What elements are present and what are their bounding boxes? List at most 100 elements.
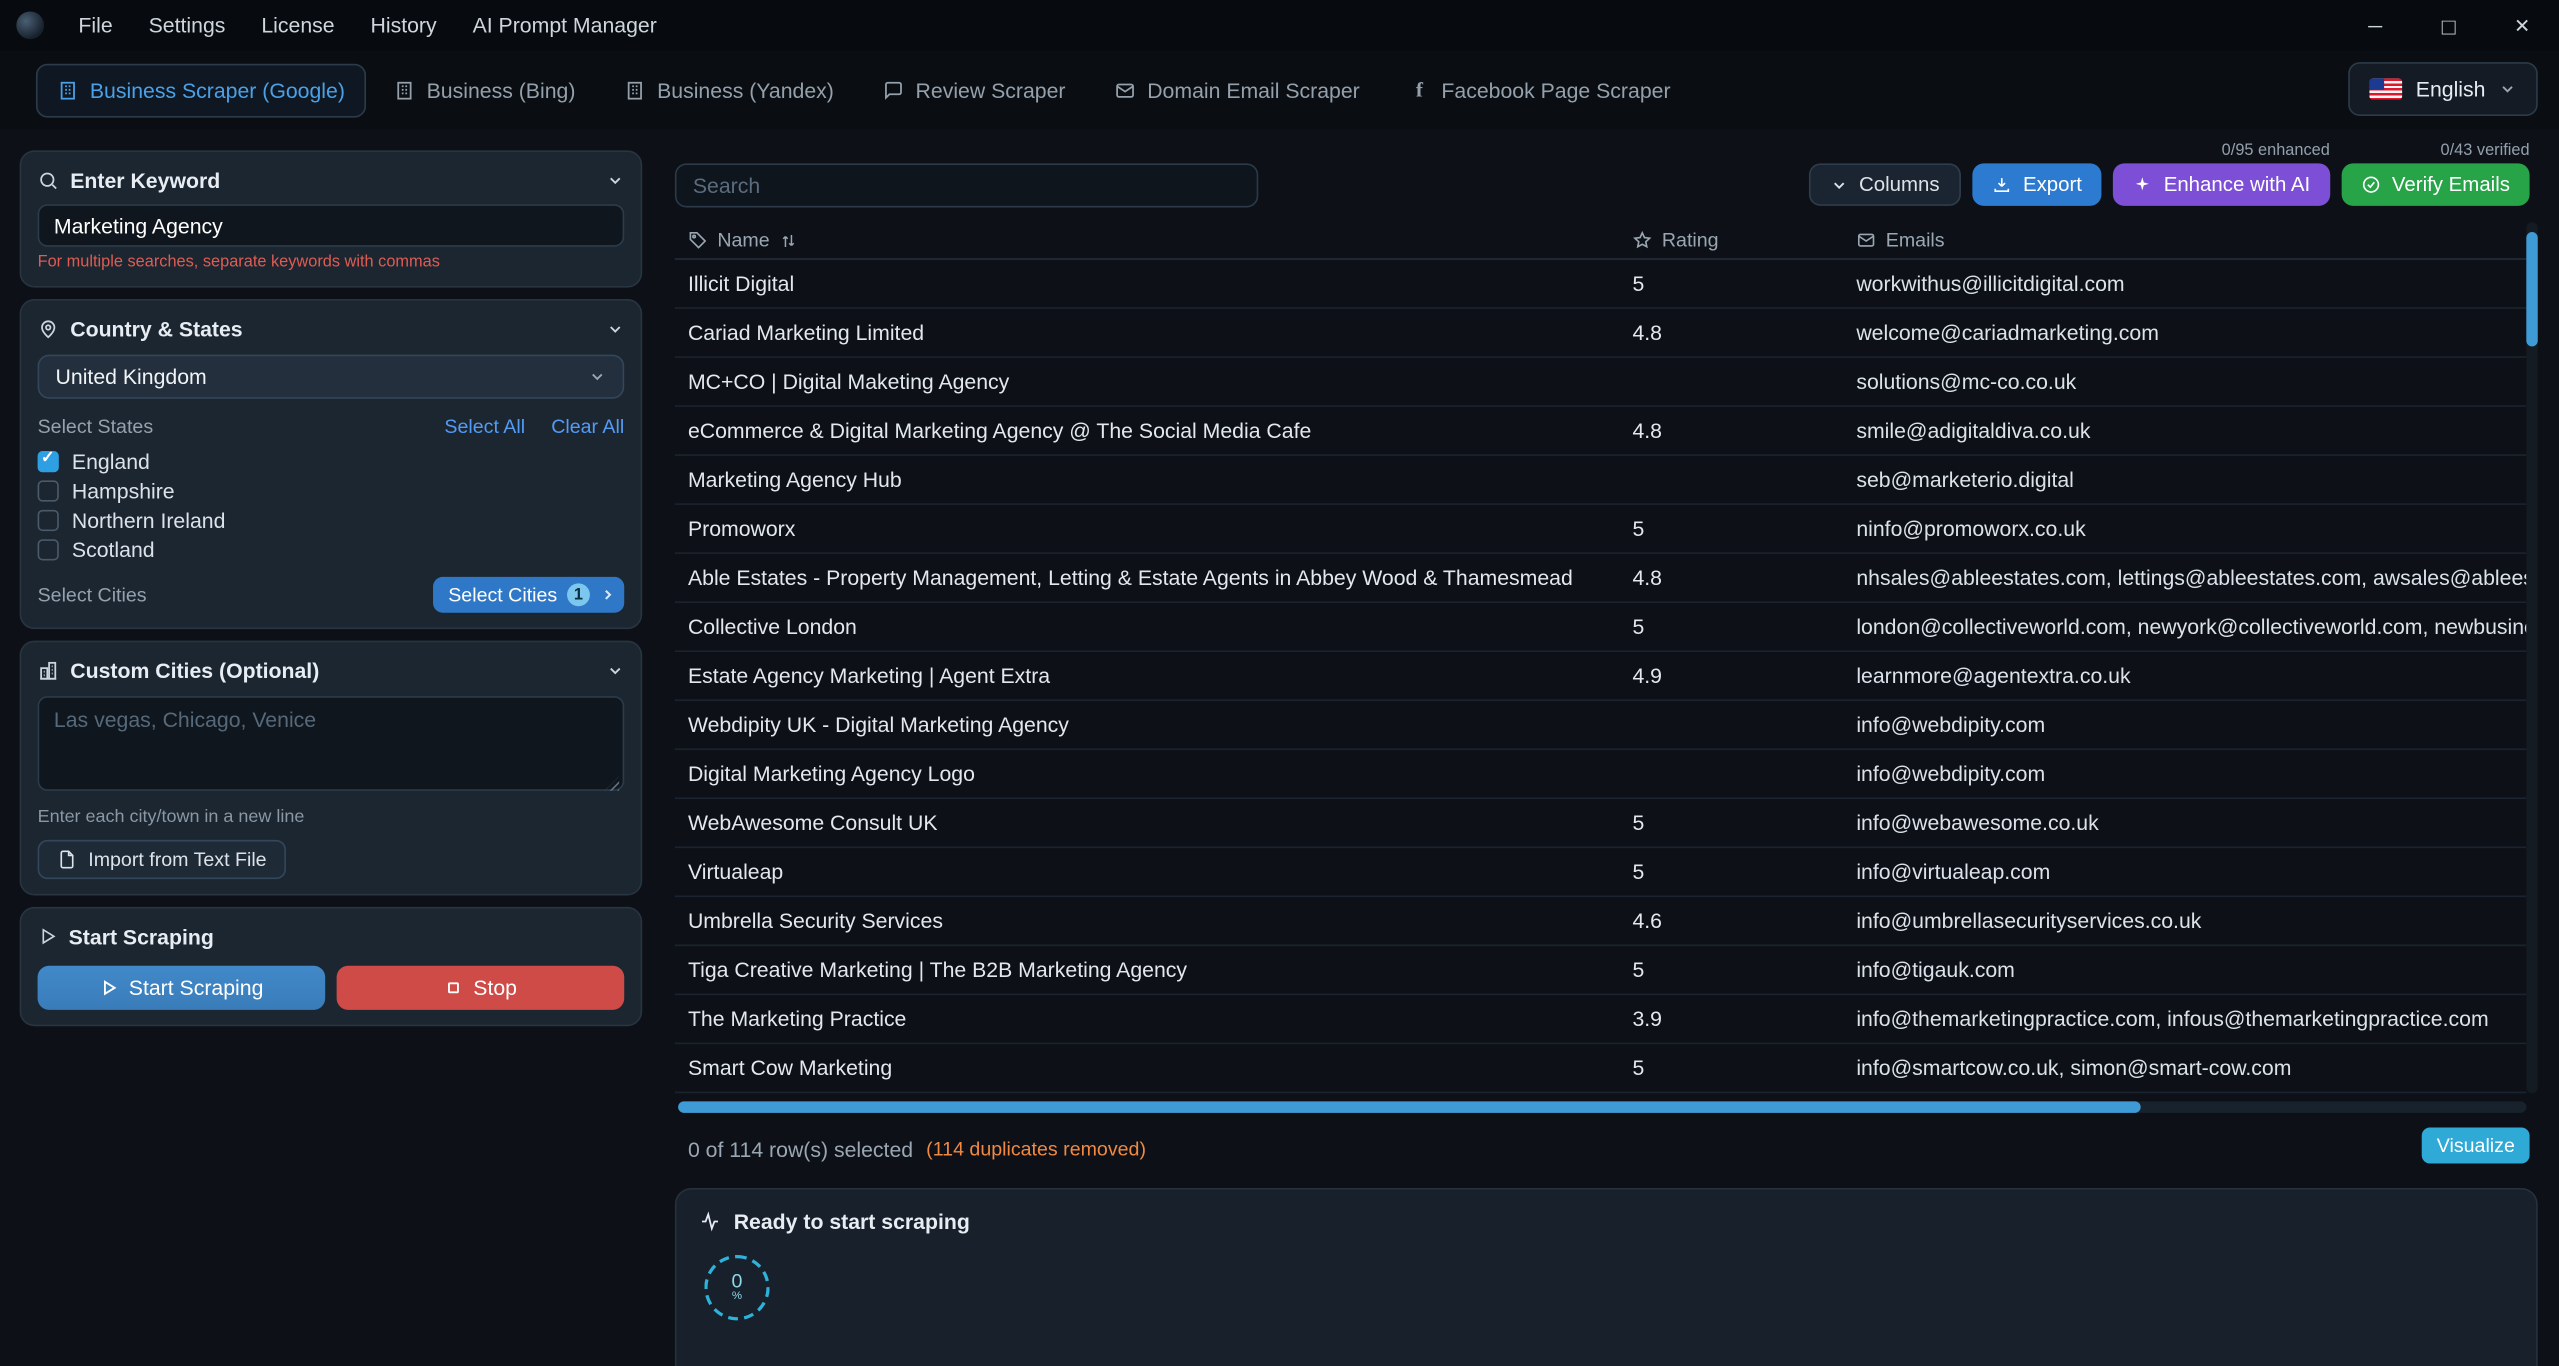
tab-label: Business Scraper (Google) (90, 78, 345, 103)
close-icon[interactable] (2485, 0, 2559, 51)
vertical-scrollbar[interactable] (2526, 222, 2537, 1093)
state-label: Northern Ireland (72, 507, 226, 532)
visualize-button[interactable]: Visualize (2422, 1128, 2530, 1164)
table-row[interactable]: eCommerce & Digital Marketing Agency @ T… (675, 407, 2526, 456)
cell-rating: 5 (1632, 1056, 1856, 1081)
country-select[interactable]: United Kingdom (38, 355, 625, 399)
window-controls (2338, 0, 2559, 51)
state-checkbox-row[interactable]: Hampshire (38, 476, 625, 505)
sort-icon[interactable] (779, 231, 797, 249)
rows-selected-text: 0 of 114 row(s) selected (688, 1137, 913, 1162)
columns-button[interactable]: Columns (1808, 163, 1961, 205)
stop-button[interactable]: Stop (337, 966, 625, 1010)
flag-icon (2370, 78, 2403, 99)
chevron-down-icon[interactable] (606, 661, 624, 679)
table-footer: 0 of 114 row(s) selected (114 duplicates… (688, 1131, 1146, 1167)
country-select-value: United Kingdom (56, 364, 207, 389)
cell-name: Promoworx (675, 516, 1633, 541)
start-scraping-button[interactable]: Start Scraping (38, 966, 326, 1010)
checkbox[interactable] (38, 509, 59, 530)
table-row[interactable]: Smart Cow Marketing 5 info@smartcow.co.u… (675, 1044, 2526, 1093)
state-checkbox-row[interactable]: England (38, 446, 625, 475)
menu-item[interactable]: Settings (131, 0, 244, 51)
play-icon (99, 979, 117, 997)
table-row[interactable]: Marketing Agency Hub seb@marketerio.digi… (675, 456, 2526, 505)
enhance-button-label: Enhance with AI (2164, 173, 2311, 196)
clear-all-link[interactable]: Clear All (551, 415, 624, 438)
tab[interactable]: Facebook Page Scraper (1388, 63, 1692, 117)
select-cities-button[interactable]: Select Cities 1 (434, 577, 625, 613)
select-cities-row: Select Cities Select Cities 1 (38, 577, 625, 613)
progress-unit: % (732, 1291, 742, 1304)
column-header-rating[interactable]: Rating (1632, 229, 1856, 252)
table-row[interactable]: Webdipity UK - Digital Marketing Agency … (675, 701, 2526, 750)
cell-name: Able Estates - Property Management, Lett… (675, 565, 1633, 590)
select-all-link[interactable]: Select All (444, 415, 525, 438)
status-panel: Ready to start scraping 0 % (675, 1188, 2538, 1366)
search-input[interactable] (675, 163, 1258, 207)
menu-item[interactable]: AI Prompt Manager (455, 0, 675, 51)
start-button-label: Start Scraping (129, 976, 264, 1001)
tab[interactable]: Business (Bing) (373, 63, 597, 117)
table-row[interactable]: Promoworx 5 ninfo@promoworx.co.uk (675, 505, 2526, 554)
cell-name: Webdipity UK - Digital Marketing Agency (675, 712, 1633, 737)
checkbox[interactable] (38, 538, 59, 559)
table-row[interactable]: Illicit Digital 5 workwithus@illicitdigi… (675, 260, 2526, 309)
table-row[interactable]: Able Estates - Property Management, Lett… (675, 554, 2526, 603)
cell-name: WebAwesome Consult UK (675, 811, 1633, 836)
tab[interactable]: Business Scraper (Google) (36, 63, 366, 117)
keyword-input[interactable] (38, 204, 625, 246)
location-panel-header[interactable]: Country & States (38, 315, 625, 341)
cell-name: Cariad Marketing Limited (675, 320, 1633, 345)
menu-item[interactable]: License (243, 0, 352, 51)
table-row[interactable]: The Marketing Practice 3.9 info@themarke… (675, 995, 2526, 1044)
tab[interactable]: Business (Yandex) (603, 63, 855, 117)
menu-item[interactable]: File (60, 0, 130, 51)
table-row[interactable]: Tiga Creative Marketing | The B2B Market… (675, 946, 2526, 995)
tab[interactable]: Review Scraper (862, 63, 1087, 117)
checkbox[interactable] (38, 480, 59, 501)
export-button[interactable]: Export (1972, 163, 2101, 205)
horizontal-scrollbar-thumb[interactable] (678, 1101, 2141, 1112)
import-from-file-button[interactable]: Import from Text File (38, 840, 287, 879)
status-message: Ready to start scraping (734, 1209, 970, 1234)
vertical-scrollbar-thumb[interactable] (2526, 232, 2537, 346)
checkbox[interactable] (38, 450, 59, 471)
menubar: FileSettingsLicenseHistoryAI Prompt Mana… (60, 0, 674, 51)
verify-button-label: Verify Emails (2392, 173, 2510, 196)
table-row[interactable]: Cariad Marketing Limited 4.8 welcome@car… (675, 309, 2526, 358)
column-label: Name (717, 229, 769, 252)
language-label: English (2416, 77, 2486, 102)
column-header-emails[interactable]: Emails (1856, 229, 2526, 252)
keyword-panel-header[interactable]: Enter Keyword (38, 167, 625, 193)
chevron-down-icon[interactable] (606, 319, 624, 337)
table-row[interactable]: Estate Agency Marketing | Agent Extra 4.… (675, 652, 2526, 701)
select-cities-label: Select Cities (38, 583, 147, 606)
table-row[interactable]: Virtualeap 5 info@virtualeap.com (675, 848, 2526, 897)
enhance-with-ai-button[interactable]: Enhance with AI (2113, 163, 2330, 205)
state-checkbox-row[interactable]: Northern Ireland (38, 505, 625, 534)
horizontal-scrollbar[interactable] (678, 1101, 2526, 1112)
tab[interactable]: Domain Email Scraper (1093, 63, 1381, 117)
table-row[interactable]: Digital Marketing Agency Logo info@webdi… (675, 750, 2526, 799)
maximize-icon[interactable] (2412, 0, 2486, 51)
chevron-down-icon[interactable] (606, 171, 624, 189)
location-panel: Country & States United Kingdom Select S… (20, 299, 643, 629)
state-checkbox-row[interactable]: Scotland (38, 534, 625, 563)
table-row[interactable]: Collective London 5 london@collectivewor… (675, 603, 2526, 652)
column-header-name[interactable]: Name (675, 229, 1633, 252)
custom-cities-header[interactable]: Custom Cities (Optional) (38, 657, 625, 683)
chat-icon (883, 79, 904, 100)
minimize-icon[interactable] (2338, 0, 2412, 51)
table-row[interactable]: Umbrella Security Services 4.6 info@umbr… (675, 897, 2526, 946)
table-row[interactable]: MC+CO | Digital Maketing Agency solution… (675, 358, 2526, 407)
custom-cities-textarea[interactable] (38, 696, 625, 791)
cell-emails: info@webdipity.com (1856, 712, 2526, 737)
verify-emails-button[interactable]: Verify Emails (2341, 163, 2529, 205)
cell-emails: info@virtualeap.com (1856, 860, 2526, 885)
language-selector[interactable]: English (2349, 62, 2538, 116)
activity-icon (699, 1211, 720, 1232)
table-row[interactable]: WebAwesome Consult UK 5 info@webawesome.… (675, 799, 2526, 848)
menu-item[interactable]: History (353, 0, 455, 51)
cell-emails: smile@adigitaldiva.co.uk (1856, 418, 2526, 443)
